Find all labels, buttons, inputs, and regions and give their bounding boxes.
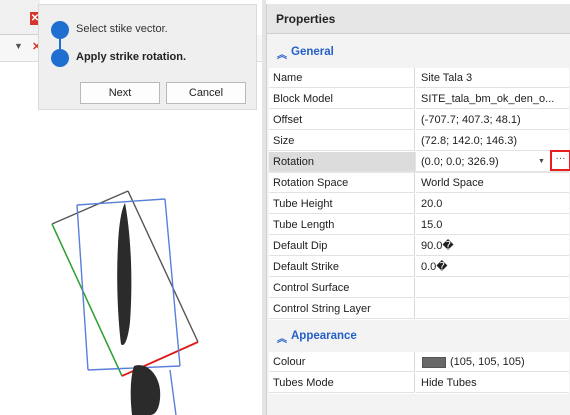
property-key: Size — [269, 131, 415, 151]
step-indicator-icon — [51, 49, 69, 67]
property-row-block-model[interactable]: Block Model SITE_tala_bm_ok_den_o... — [269, 89, 569, 110]
panel-title: Properties — [267, 4, 570, 34]
property-row-tubes-mode[interactable]: Tubes Mode Hide Tubes — [269, 373, 569, 394]
property-key: Control Surface — [269, 278, 415, 298]
property-key: Tube Height — [269, 194, 415, 214]
property-value[interactable] — [416, 299, 569, 319]
next-button[interactable]: Next — [80, 82, 160, 104]
property-row-default-dip[interactable]: Default Dip 90.0� — [269, 236, 569, 257]
property-key: Offset — [269, 110, 415, 130]
step-indicator-icon — [51, 21, 69, 39]
property-row-tube-length[interactable]: Tube Length 15.0 — [269, 215, 569, 236]
property-value[interactable]: World Space — [416, 173, 569, 193]
property-row-default-strike[interactable]: Default Strike 0.0� — [269, 257, 569, 278]
property-value[interactable]: (72.8; 142.0; 146.3) — [416, 131, 569, 151]
ellipsis-button[interactable]: ··· — [550, 150, 570, 171]
collapse-chevron-icon[interactable]: ︽ — [277, 46, 287, 61]
property-value[interactable]: 20.0 — [416, 194, 569, 214]
property-key: Rotation Space — [269, 173, 415, 193]
property-value[interactable]: 0.0� — [416, 257, 569, 277]
step-label: Apply strike rotation. — [76, 51, 187, 63]
colour-value: (105, 105, 105) — [450, 356, 525, 368]
section-general-header[interactable]: ︽ General — [267, 40, 570, 66]
property-row-size[interactable]: Size (72.8; 142.0; 146.3) — [269, 131, 569, 152]
property-key: Name — [269, 68, 415, 88]
property-key: Rotation — [269, 152, 415, 172]
property-value[interactable]: SITE_tala_bm_ok_den_o... — [416, 89, 569, 109]
property-value[interactable]: (0.0; 0.0; 326.9) — [416, 152, 569, 172]
property-key: Default Dip — [269, 236, 415, 256]
colour-swatch — [422, 357, 446, 368]
section-title: General — [291, 46, 334, 58]
property-key: Tube Length — [269, 215, 415, 235]
orebody-lower-shape — [130, 365, 161, 415]
collapse-chevron-icon[interactable]: ︽ — [277, 330, 287, 345]
property-value-colour[interactable]: (105, 105, 105) — [416, 352, 569, 372]
step-label: Select stike vector. — [76, 23, 168, 35]
property-row-name[interactable]: Name Site Tala 3 — [269, 68, 569, 89]
property-value[interactable]: (-707.7; 407.3; 48.1) — [416, 110, 569, 130]
property-value[interactable]: Site Tala 3 — [416, 68, 569, 88]
property-value[interactable]: 90.0� — [416, 236, 569, 256]
property-key: Default Strike — [269, 257, 415, 277]
property-row-tube-height[interactable]: Tube Height 20.0 — [269, 194, 569, 215]
rotation-wizard-panel: Select stike vector. Apply strike rotati… — [38, 4, 257, 110]
section-title: Appearance — [291, 330, 357, 342]
property-row-offset[interactable]: Offset (-707.7; 407.3; 48.1) — [269, 110, 569, 131]
property-key: Colour — [269, 352, 415, 372]
property-key: Block Model — [269, 89, 415, 109]
property-value[interactable]: Hide Tubes — [416, 373, 569, 393]
property-row-rotation-space[interactable]: Rotation Space World Space — [269, 173, 569, 194]
properties-panel: Properties ︽ General Name Site Tala 3 Bl… — [266, 4, 570, 415]
property-row-control-string-layer[interactable]: Control String Layer — [269, 299, 569, 320]
property-row-control-surface[interactable]: Control Surface — [269, 278, 569, 299]
property-key: Tubes Mode — [269, 373, 415, 393]
section-appearance-header[interactable]: ︽ Appearance — [267, 324, 570, 350]
property-value[interactable] — [416, 278, 569, 298]
property-row-rotation[interactable]: Rotation (0.0; 0.0; 326.9) ▼ ··· — [269, 150, 570, 173]
orebody-shape — [117, 203, 132, 346]
property-value[interactable]: 15.0 — [416, 215, 569, 235]
property-key: Control String Layer — [269, 299, 415, 319]
property-row-colour[interactable]: Colour (105, 105, 105) — [269, 352, 569, 373]
3d-viewport[interactable]: ✕ ▼ ✕ Select stike vector. Apply strike … — [0, 0, 262, 415]
cancel-button[interactable]: Cancel — [166, 82, 246, 104]
chevron-down-icon[interactable]: ▼ — [538, 158, 545, 165]
